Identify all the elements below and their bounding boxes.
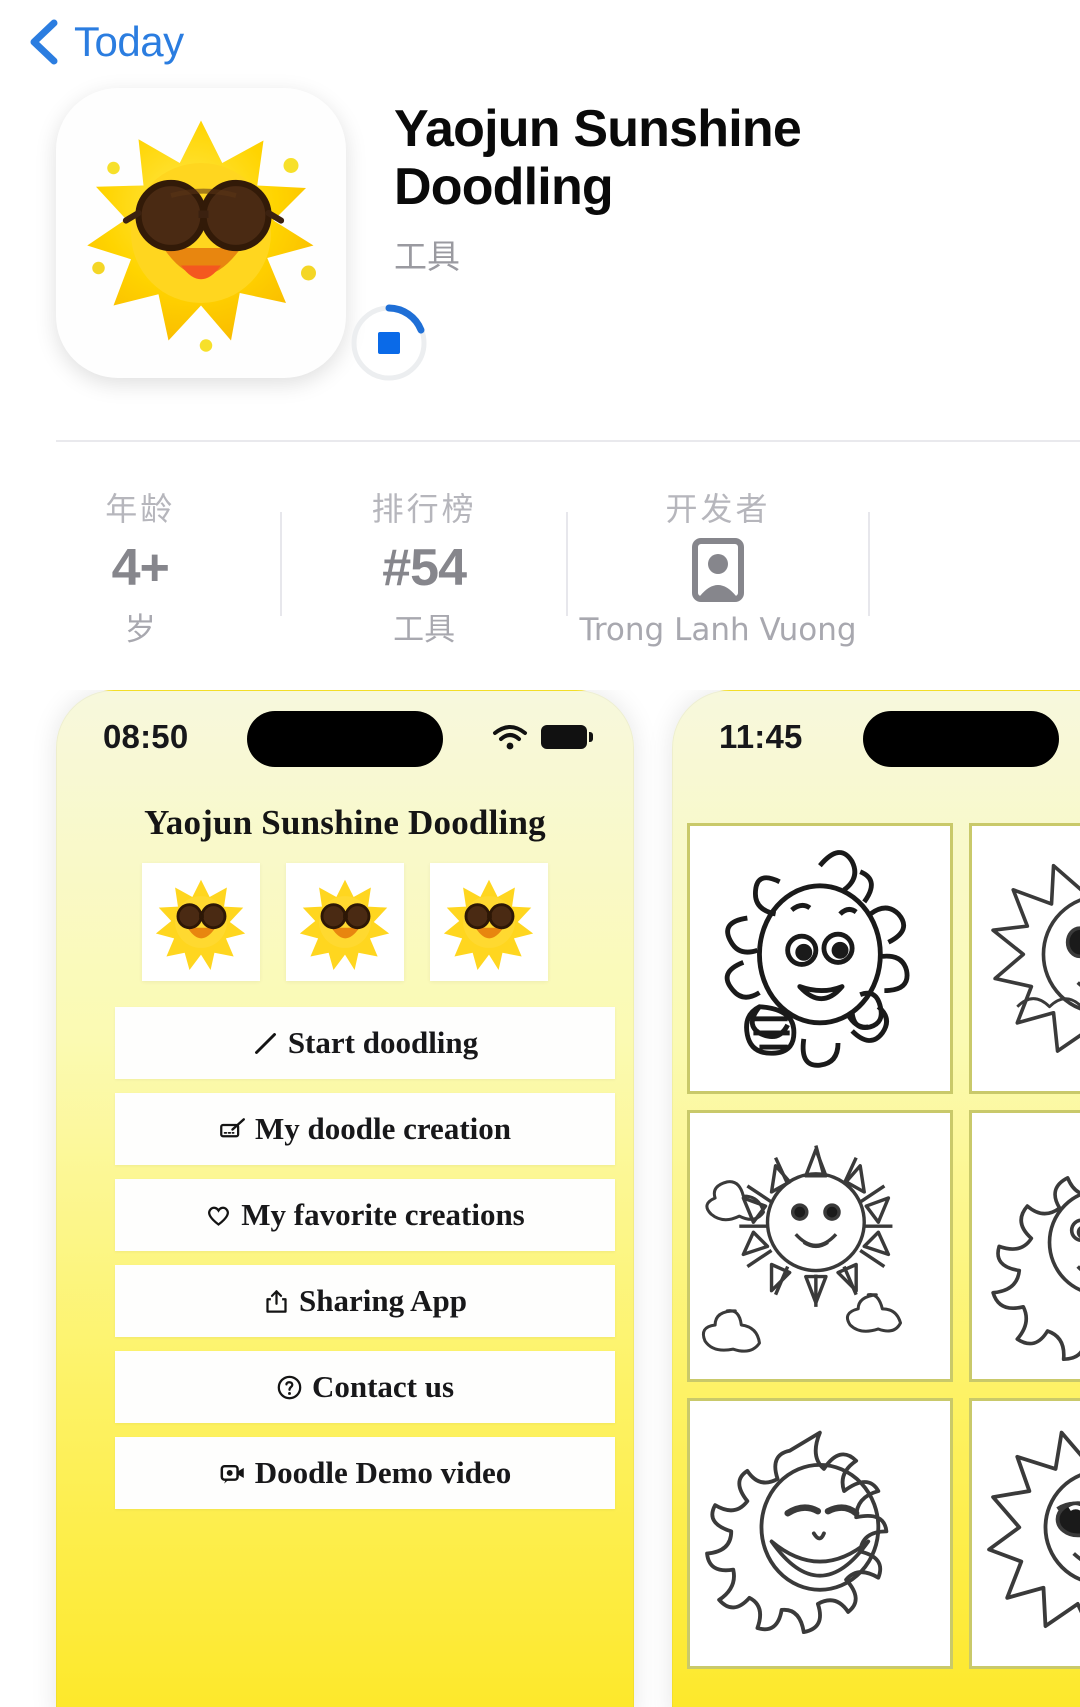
download-row xyxy=(346,300,1080,400)
gallery-card-sun-pointed-rays[interactable] xyxy=(969,823,1080,1095)
sun-with-sunglasses-icon xyxy=(87,120,316,352)
gallery-card-sun-big-smile[interactable] xyxy=(687,1397,953,1669)
menu-item-label: Doodle Demo video xyxy=(254,1455,512,1490)
stat-rank: 排行榜 #54 工具 xyxy=(282,462,565,649)
stat-label: 年龄 xyxy=(105,490,176,528)
menu-item-my-doodle-creation[interactable]: My doodle creation xyxy=(115,1093,615,1165)
screenshot-2[interactable]: 11:45 xyxy=(672,690,1080,1707)
dynamic-island xyxy=(863,711,1059,767)
person-avatar-icon xyxy=(692,538,745,602)
sun-big-smile-coloring-icon xyxy=(705,1430,889,1634)
app-meta: Yaojun Sunshine Doodling 工具 xyxy=(346,88,1080,418)
sun-wavy-rays-coloring-icon xyxy=(991,1175,1080,1361)
status-time: 08:50 xyxy=(103,718,189,755)
sun-thumb-3[interactable] xyxy=(430,863,548,981)
video-camera-icon xyxy=(220,1464,244,1484)
sun-thumb-2[interactable] xyxy=(286,863,404,981)
stat-sub: 工具 xyxy=(393,612,456,648)
header-divider xyxy=(56,440,1080,442)
wifi-icon xyxy=(493,724,527,749)
status-bar: 11:45 xyxy=(673,691,1080,783)
download-progress-stop-icon[interactable] xyxy=(348,302,430,384)
pencil-icon xyxy=(254,1032,276,1054)
menu-item-start-doodling[interactable]: Start doodling xyxy=(115,1007,615,1079)
menu-item-label: Start doodling xyxy=(287,1025,479,1060)
sun-thumbnail-row xyxy=(57,863,633,981)
sun-sunglasses-coloring-icon xyxy=(987,1430,1080,1628)
menu-item-sharing-app[interactable]: Sharing App xyxy=(115,1265,615,1337)
navigation-bar: Today xyxy=(0,0,1080,84)
canvas-edit-icon xyxy=(220,1117,245,1137)
stat-sub: Trong Lanh Vuong xyxy=(579,612,857,648)
sun-thumb-1[interactable] xyxy=(142,863,260,981)
gallery-card-sun-wavy-rays[interactable] xyxy=(969,1110,1080,1382)
screenshot-1[interactable]: 08:50 Yaojun Sunshine Doodling Start doo… xyxy=(56,690,634,1707)
sun-pointed-rays-smiling-coloring-icon xyxy=(991,864,1080,1054)
sun-with-clouds-coloring-icon xyxy=(701,1144,903,1353)
menu-item-label: My doodle creation xyxy=(254,1111,511,1146)
status-time: 11:45 xyxy=(719,718,803,755)
app-header: Yaojun Sunshine Doodling 工具 xyxy=(0,88,1080,418)
screenshot-carousel[interactable]: 08:50 Yaojun Sunshine Doodling Start doo… xyxy=(0,690,1080,1707)
app-category: 工具 xyxy=(394,237,460,277)
stat-developer[interactable]: 开发者 Trong Lanh Vuong xyxy=(568,462,868,648)
menu-list: Start doodling My doodle creation My fav… xyxy=(115,1007,615,1509)
sun-holding-basket-coloring-icon xyxy=(724,850,910,1068)
gallery-card-sun-sunglasses[interactable] xyxy=(969,1397,1080,1669)
gallery-card-sun-holding-basket[interactable] xyxy=(687,823,953,1095)
stat-value: #54 xyxy=(382,539,467,597)
back-button[interactable]: Today xyxy=(26,18,184,66)
stat-divider xyxy=(868,512,871,616)
share-up-icon xyxy=(266,1289,287,1313)
sun-thumb-icon xyxy=(155,879,246,970)
stat-label: 开发者 xyxy=(665,490,771,528)
status-bar: 08:50 xyxy=(57,691,633,783)
menu-item-label: My favorite creations xyxy=(241,1197,525,1232)
dynamic-island xyxy=(247,711,443,767)
question-circle-icon xyxy=(277,1375,302,1399)
status-indicators xyxy=(492,724,593,751)
stat-age: 年龄 4+ 岁 xyxy=(0,462,280,649)
heart-icon xyxy=(208,1206,230,1226)
menu-item-doodle-demo-video[interactable]: Doodle Demo video xyxy=(115,1437,615,1509)
app-store-product-page: Today Yaojun Sunshine Doodling 工具 年龄 4+ … xyxy=(0,0,1080,1707)
battery-icon xyxy=(541,725,593,749)
app-icon[interactable] xyxy=(56,88,346,378)
menu-item-contact-us[interactable]: Contact us xyxy=(115,1351,615,1423)
back-button-label: Today xyxy=(74,18,184,65)
app-title: Yaojun Sunshine Doodling xyxy=(394,100,802,217)
menu-item-my-favorite-creations[interactable]: My favorite creations xyxy=(115,1179,615,1251)
stat-value xyxy=(687,538,749,602)
screenshot-app-title: Yaojun Sunshine Doodling xyxy=(144,803,546,842)
menu-item-label: Sharing App xyxy=(298,1283,467,1318)
menu-item-label: Contact us xyxy=(311,1369,455,1404)
stat-label: 排行榜 xyxy=(371,490,477,528)
gallery-card-sun-with-clouds[interactable] xyxy=(687,1110,953,1382)
coloring-gallery-grid xyxy=(687,823,1080,1669)
stat-overflow xyxy=(870,462,1080,484)
stats-strip: 年龄 4+ 岁 排行榜 #54 工具 开发者 Trong Lanh Vuong xyxy=(0,462,1080,662)
sun-thumb-icon xyxy=(443,879,534,970)
chevron-left-icon xyxy=(30,19,58,65)
stat-sub: 岁 xyxy=(124,612,156,648)
sun-thumb-icon xyxy=(299,879,390,970)
stat-value: 4+ xyxy=(111,539,170,597)
